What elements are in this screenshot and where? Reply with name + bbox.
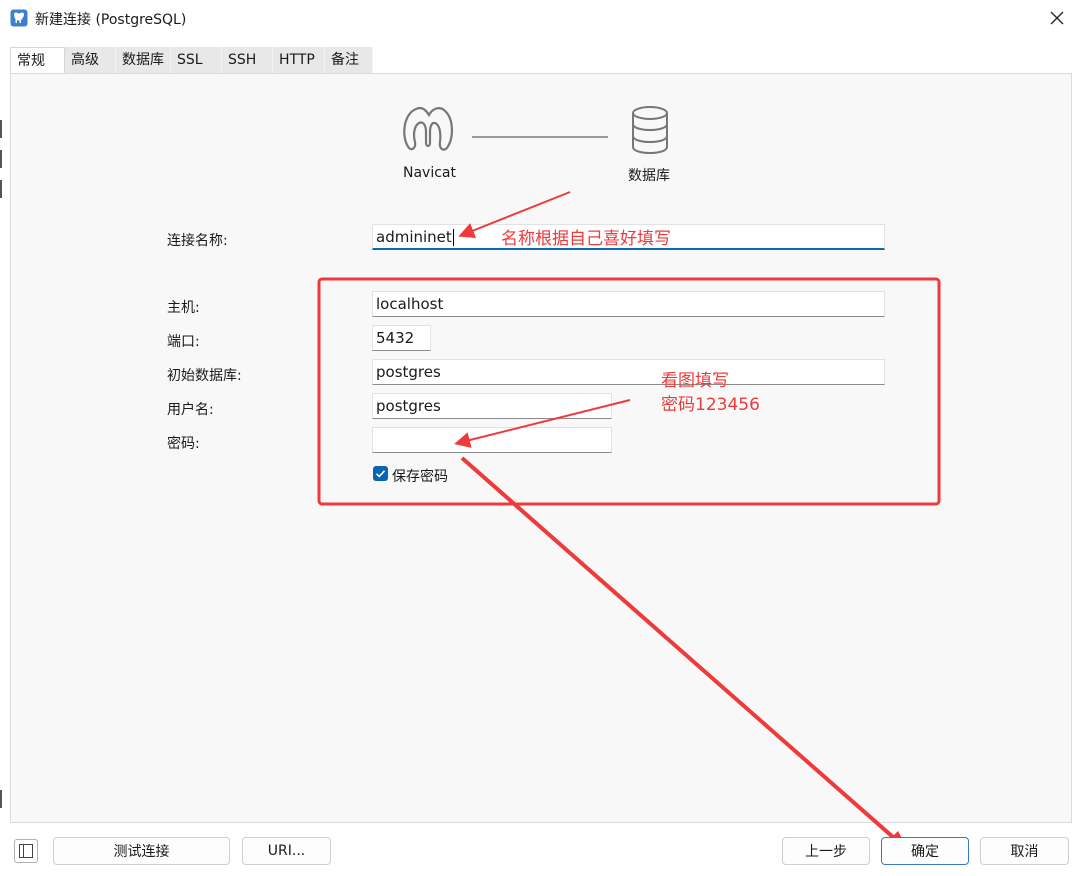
initial-database-input[interactable]: postgres bbox=[372, 359, 885, 385]
text-caret bbox=[452, 229, 454, 246]
username-label: 用户名: bbox=[167, 402, 214, 418]
tab-general[interactable]: 常规 bbox=[10, 47, 65, 73]
host-input[interactable]: localhost bbox=[372, 291, 885, 317]
postgresql-elephant-icon bbox=[10, 9, 28, 27]
password-input[interactable] bbox=[372, 427, 612, 453]
uri-button[interactable]: URI... bbox=[242, 837, 331, 865]
checkmark-icon bbox=[375, 470, 386, 478]
close-icon bbox=[1050, 11, 1064, 25]
close-button[interactable] bbox=[1034, 0, 1080, 36]
ok-button[interactable]: 确定 bbox=[881, 837, 969, 865]
port-label: 端口: bbox=[167, 334, 200, 350]
window-title: 新建连接 (PostgreSQL) bbox=[35, 12, 187, 28]
save-password-label: 保存密码 bbox=[392, 469, 448, 485]
username-input[interactable]: postgres bbox=[372, 393, 612, 419]
password-label: 密码: bbox=[167, 436, 200, 452]
title-bar: 新建连接 (PostgreSQL) bbox=[0, 0, 1080, 36]
background-window-edge bbox=[0, 120, 2, 808]
tab-ssh[interactable]: SSH bbox=[222, 47, 273, 73]
save-password-checkbox[interactable] bbox=[373, 466, 388, 481]
connection-name-value: admininet bbox=[376, 228, 452, 246]
sidebar-toggle-icon[interactable] bbox=[14, 839, 38, 863]
tab-bar: 常规 高级 数据库 SSL SSH HTTP 备注 bbox=[10, 47, 373, 73]
tab-databases[interactable]: 数据库 bbox=[116, 47, 171, 73]
annotation-fill-hint-1: 看图填写 bbox=[661, 371, 729, 391]
annotation-fill-hint-2: 密码123456 bbox=[661, 395, 760, 415]
dialog-window: 新建连接 (PostgreSQL) 常规 高级 数据库 SSL SSH HTTP… bbox=[0, 0, 1080, 876]
initial-database-label: 初始数据库: bbox=[167, 368, 242, 384]
host-label: 主机: bbox=[167, 300, 200, 316]
tab-advanced[interactable]: 高级 bbox=[65, 47, 116, 73]
tab-http[interactable]: HTTP bbox=[273, 47, 325, 73]
previous-button[interactable]: 上一步 bbox=[782, 837, 870, 865]
navicat-label: Navicat bbox=[403, 165, 456, 181]
annotation-name-hint: 名称根据自己喜好填写 bbox=[501, 229, 671, 249]
database-label: 数据库 bbox=[628, 168, 670, 184]
port-input[interactable]: 5432 bbox=[372, 325, 431, 351]
tab-ssl[interactable]: SSL bbox=[171, 47, 222, 73]
cancel-button[interactable]: 取消 bbox=[980, 837, 1069, 865]
test-connection-button[interactable]: 测试连接 bbox=[53, 837, 230, 865]
connection-name-label: 连接名称: bbox=[167, 233, 228, 249]
tab-notes[interactable]: 备注 bbox=[325, 47, 373, 73]
